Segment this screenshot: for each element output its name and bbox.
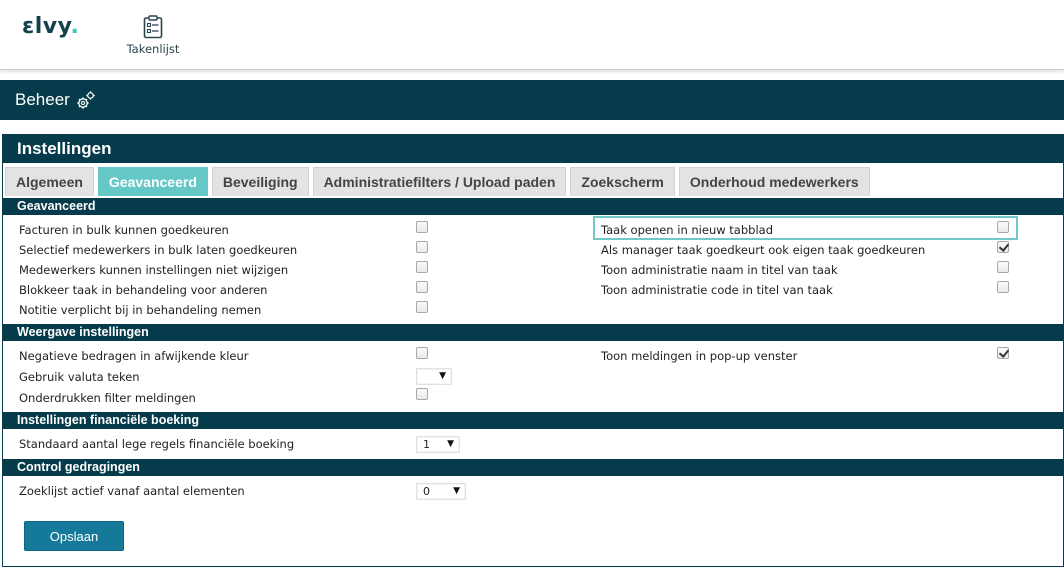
admin-title: Beheer xyxy=(15,90,70,109)
select-value: 0 xyxy=(423,485,430,498)
section-header-control: Control gedragingen xyxy=(3,459,1063,476)
setting-label: Als manager taak goedkeurt ook eigen taa… xyxy=(601,243,926,257)
setting-checkbox[interactable] xyxy=(997,261,1009,273)
nav-tasklist-label: Takenlijst xyxy=(126,42,180,56)
section-header-financial: Instellingen financiële boeking xyxy=(3,412,1063,429)
tab-algemeen[interactable]: Algemeen xyxy=(5,167,94,196)
empty-rows-select[interactable]: 1 ▼ xyxy=(416,436,460,453)
save-button[interactable]: Opslaan xyxy=(24,521,124,551)
setting-label: Onderdrukken filter meldingen xyxy=(19,391,196,405)
panel-title: Instellingen xyxy=(17,138,112,158)
setting-checkbox[interactable] xyxy=(997,241,1009,253)
setting-label: Negatieve bedragen in afwijkende kleur xyxy=(19,349,249,363)
section-header-advanced: Geavanceerd xyxy=(3,198,1063,215)
currency-select[interactable]: ▼ xyxy=(416,368,452,385)
setting-checkbox[interactable] xyxy=(997,347,1009,359)
setting-checkbox[interactable] xyxy=(416,347,428,359)
setting-checkbox[interactable] xyxy=(416,261,428,273)
setting-label: Gebruik valuta teken xyxy=(19,370,140,384)
setting-label: Zoeklijst actief vanaf aantal elementen xyxy=(19,484,245,498)
setting-label: Toon meldingen in pop-up venster xyxy=(601,349,798,363)
caret-down-icon: ▼ xyxy=(447,439,454,449)
setting-checkbox[interactable] xyxy=(997,281,1009,293)
tab-bar: Algemeen Geavanceerd Beveiliging Adminis… xyxy=(5,167,874,196)
tab-zoekscherm[interactable]: Zoekscherm xyxy=(570,167,675,196)
setting-checkbox[interactable] xyxy=(416,281,428,293)
logo-text: ɛlvy xyxy=(22,14,71,39)
admin-header: Beheer xyxy=(0,80,1064,120)
setting-label: Medewerkers kunnen instellingen niet wij… xyxy=(19,263,289,277)
setting-checkbox[interactable] xyxy=(416,221,428,233)
setting-label: Notitie verplicht bij in behandeling nem… xyxy=(19,303,262,317)
setting-label: Standaard aantal lege regels financiële … xyxy=(19,437,295,451)
tab-onderhoud-medewerkers[interactable]: Onderhoud medewerkers xyxy=(678,167,870,196)
setting-label: Selectief medewerkers in bulk laten goed… xyxy=(19,243,298,257)
search-list-select[interactable]: 0 ▼ xyxy=(416,483,466,500)
select-value: 1 xyxy=(423,438,430,451)
setting-checkbox[interactable] xyxy=(416,388,428,400)
setting-label: Taak openen in nieuw tabblad xyxy=(601,223,773,237)
tab-geavanceerd[interactable]: Geavanceerd xyxy=(97,167,208,196)
settings-panel: Instellingen Algemeen Geavanceerd Beveil… xyxy=(2,134,1064,567)
setting-checkbox[interactable] xyxy=(416,241,428,253)
top-bar: ɛlvy. Takenlijst xyxy=(0,0,1064,70)
tab-beveiliging[interactable]: Beveiliging xyxy=(211,167,309,196)
caret-down-icon: ▼ xyxy=(453,486,460,496)
logo[interactable]: ɛlvy. xyxy=(22,14,79,39)
setting-label: Facturen in bulk kunnen goedkeuren xyxy=(19,223,229,237)
clipboard-list-icon xyxy=(118,15,188,39)
setting-checkbox[interactable] xyxy=(416,301,428,313)
section-header-display: Weergave instellingen xyxy=(3,324,1063,341)
logo-dot: . xyxy=(70,14,80,39)
setting-label: Toon administratie naam in titel van taa… xyxy=(601,263,838,277)
setting-checkbox[interactable] xyxy=(997,221,1009,233)
setting-label: Toon administratie code in titel van taa… xyxy=(601,283,833,297)
setting-label: Blokkeer taak in behandeling voor andere… xyxy=(19,283,268,297)
nav-tasklist[interactable]: Takenlijst xyxy=(118,15,188,56)
panel-header: Instellingen xyxy=(3,134,1063,163)
tab-administratiefilters[interactable]: Administratiefilters / Upload paden xyxy=(312,167,567,196)
gears-icon xyxy=(76,90,96,110)
caret-down-icon: ▼ xyxy=(439,371,446,381)
